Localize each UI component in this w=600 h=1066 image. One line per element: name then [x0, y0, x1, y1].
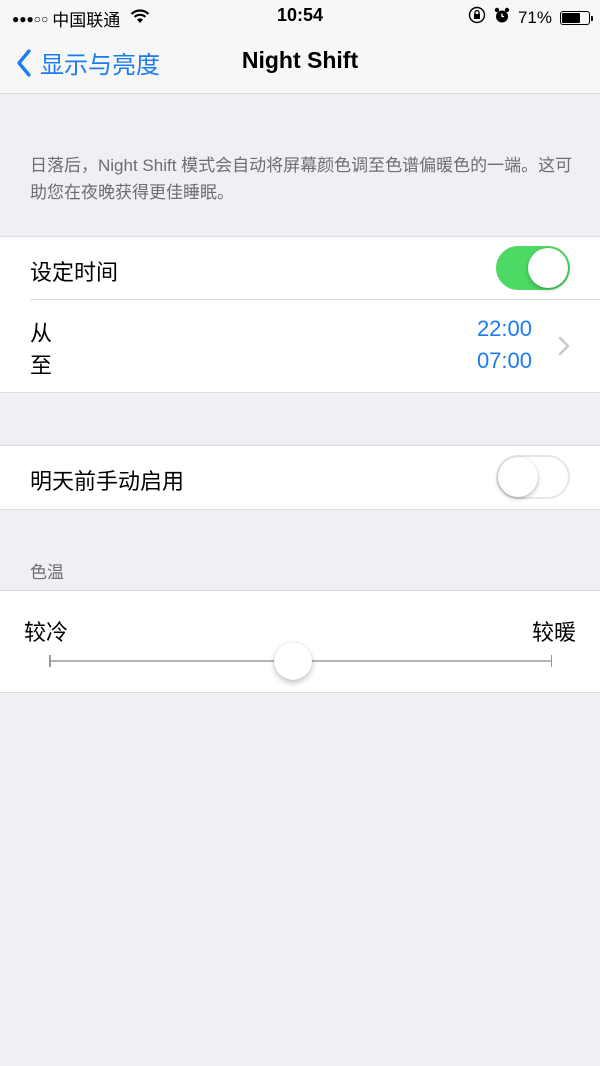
warmer-label: 较暖 — [531, 620, 576, 645]
status-bar: ●●●○○ 中国联通 10:54 71% — [0, 0, 600, 32]
navigation-bar: 显示与亮度 Night Shift — [0, 32, 600, 94]
orientation-lock-icon — [468, 6, 486, 29]
color-temperature-slider-thumb[interactable] — [273, 642, 312, 680]
manual-group: 明天前手动启用 — [0, 445, 600, 510]
battery-level — [562, 12, 581, 23]
toggle-knob — [528, 248, 568, 288]
toggle-knob — [498, 457, 538, 497]
from-label: 从 — [30, 321, 53, 346]
manual-enable-row: 明天前手动启用 — [0, 446, 600, 509]
scheduled-row: 设定时间 — [0, 237, 600, 300]
color-temperature-group: 较冷 较暖 — [0, 590, 600, 693]
to-label: 至 — [30, 353, 53, 378]
to-time: 07:00 — [476, 348, 532, 373]
manual-enable-toggle[interactable] — [496, 455, 570, 499]
alarm-icon — [494, 7, 510, 29]
page-title: Night Shift — [241, 47, 359, 73]
battery-icon — [560, 10, 593, 25]
scheduled-toggle[interactable] — [496, 246, 570, 290]
cooler-label: 较冷 — [24, 620, 69, 645]
color-temperature-header: 色温 — [30, 563, 64, 582]
schedule-time-row[interactable]: 从 至 22:00 07:00 — [0, 300, 600, 392]
slider-min-tick — [49, 655, 51, 667]
manual-enable-label: 明天前手动启用 — [30, 469, 185, 494]
from-time: 22:00 — [476, 316, 532, 341]
slider-max-tick — [550, 655, 552, 667]
schedule-group: 设定时间 从 至 22:00 07:00 — [0, 236, 600, 393]
night-shift-description: 日落后，Night Shift 模式会自动将屏幕颜色调至色谱偏暖色的一端。这可助… — [30, 156, 573, 202]
scheduled-label: 设定时间 — [30, 260, 119, 285]
battery-percent: 71% — [517, 7, 552, 27]
chevron-right-icon — [558, 336, 570, 356]
